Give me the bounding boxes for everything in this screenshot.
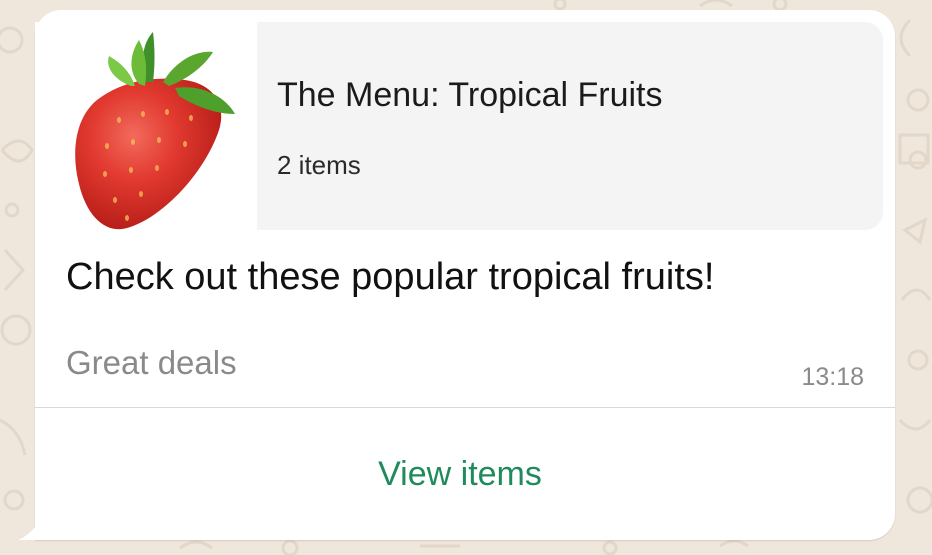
message-timestamp: 13:18 (801, 363, 864, 391)
catalog-info: The Menu: Tropical Fruits 2 items (257, 22, 883, 230)
message-bubble[interactable]: The Menu: Tropical Fruits 2 items Check … (18, 10, 895, 540)
view-items-label: View items (378, 454, 542, 493)
message-body-text: Check out these popular tropical fruits! (66, 256, 715, 298)
message-footer-text: Great deals (66, 344, 237, 381)
catalog-title: The Menu: Tropical Fruits (277, 76, 663, 114)
catalog-thumbnail (35, 22, 257, 230)
strawberry-icon (75, 32, 235, 230)
view-items-button[interactable]: View items (35, 408, 895, 540)
catalog-item-count: 2 items (277, 150, 361, 180)
catalog-card[interactable]: The Menu: Tropical Fruits 2 items (35, 22, 883, 230)
